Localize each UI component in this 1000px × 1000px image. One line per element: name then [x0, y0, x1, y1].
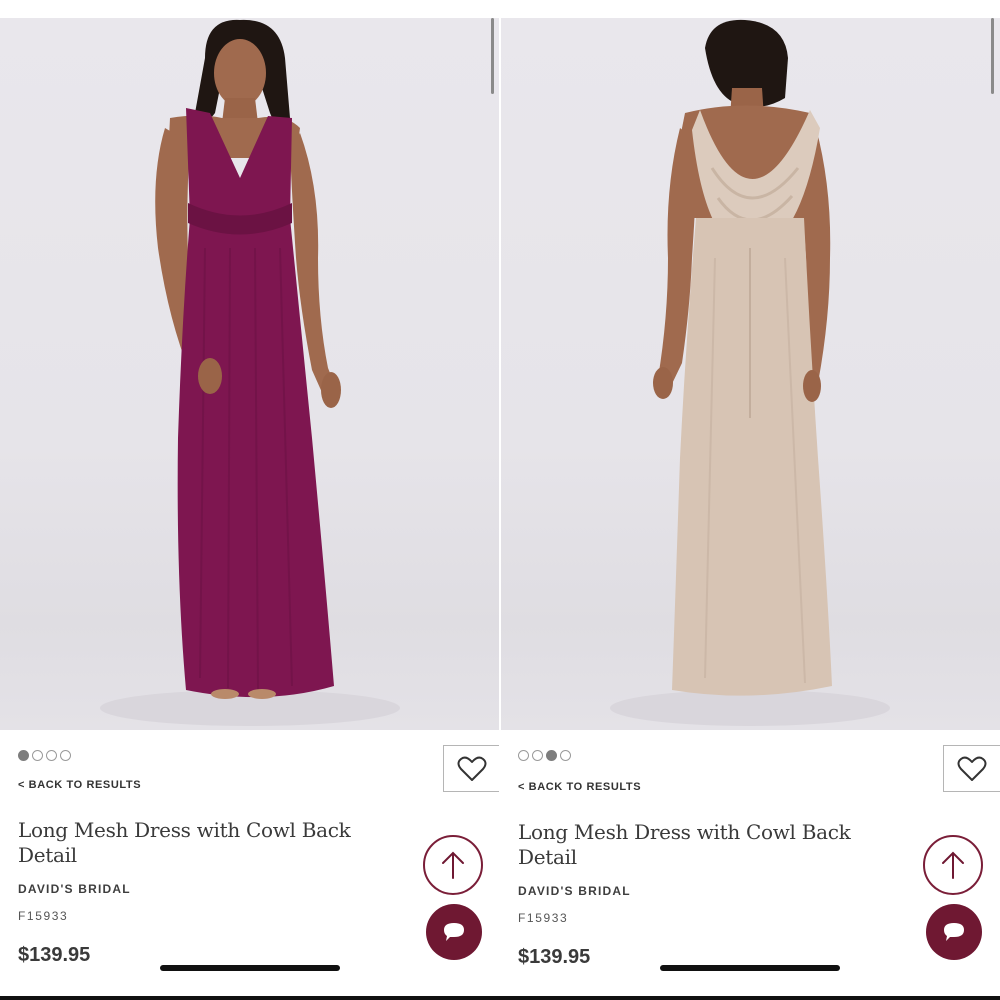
home-indicator — [660, 965, 840, 971]
product-panel-left: < BACK TO RESULTS Long Mesh Dress with C… — [0, 0, 500, 1000]
arrow-up-icon — [942, 851, 964, 879]
heart-icon — [457, 756, 487, 781]
product-price: $139.95 — [518, 946, 591, 968]
product-price: $139.95 — [18, 944, 91, 966]
back-to-results-link[interactable]: < BACK TO RESULTS — [518, 781, 641, 793]
panel-divider — [499, 0, 501, 1000]
scrollbar-thumb[interactable] — [491, 18, 494, 94]
carousel-dot[interactable] — [546, 750, 557, 761]
chat-bubble-icon — [444, 923, 464, 941]
home-indicator — [160, 965, 340, 971]
product-sku: F15933 — [518, 911, 569, 925]
carousel-dot[interactable] — [532, 750, 543, 761]
screen-bottom-edge — [0, 996, 1000, 1000]
chat-button[interactable] — [926, 904, 982, 960]
chat-bubble-icon — [944, 923, 964, 941]
favorite-button[interactable] — [443, 745, 500, 792]
carousel-dot[interactable] — [518, 750, 529, 761]
product-brand: DAVID'S BRIDAL — [518, 884, 631, 898]
status-bar — [500, 0, 1000, 18]
scrollbar-thumb[interactable] — [991, 18, 994, 94]
product-title: Long Mesh Dress with Cowl Back Detail — [18, 818, 351, 867]
back-to-results-link[interactable]: < BACK TO RESULTS — [18, 779, 141, 791]
carousel-dot[interactable] — [18, 750, 29, 761]
product-sku: F15933 — [18, 909, 69, 923]
product-title: Long Mesh Dress with Cowl Back Detail — [518, 820, 851, 869]
scroll-to-top-button[interactable] — [923, 835, 983, 895]
chat-button[interactable] — [426, 904, 482, 960]
carousel-dot[interactable] — [60, 750, 71, 761]
carousel-dot[interactable] — [560, 750, 571, 761]
carousel-dot[interactable] — [32, 750, 43, 761]
product-image-front[interactable] — [0, 18, 500, 730]
carousel-dot[interactable] — [46, 750, 57, 761]
product-brand: DAVID'S BRIDAL — [18, 882, 131, 896]
heart-icon — [957, 756, 987, 781]
scroll-to-top-button[interactable] — [423, 835, 483, 895]
product-panel-right: < BACK TO RESULTS Long Mesh Dress with C… — [500, 0, 1000, 1000]
status-bar — [0, 0, 500, 18]
model-back-illustration — [610, 19, 890, 726]
carousel-indicator[interactable] — [518, 750, 571, 761]
carousel-indicator[interactable] — [18, 750, 71, 761]
model-front-illustration — [100, 19, 400, 726]
product-image-back[interactable] — [500, 18, 1000, 730]
arrow-up-icon — [442, 851, 464, 879]
favorite-button[interactable] — [943, 745, 1000, 792]
